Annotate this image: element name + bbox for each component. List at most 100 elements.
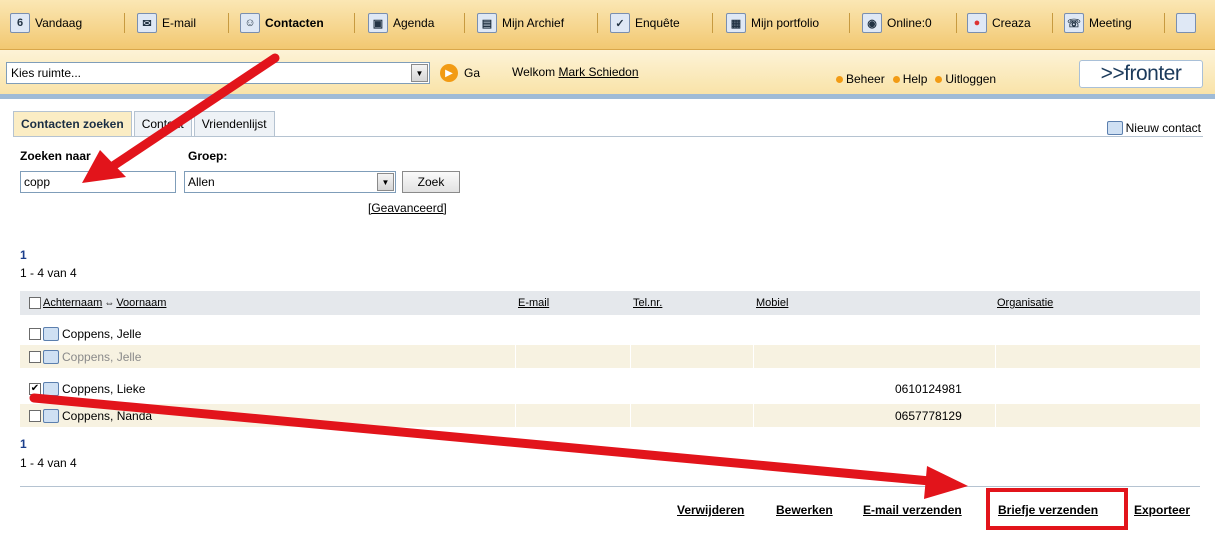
footer-divider	[20, 486, 1200, 487]
result-range: 1 - 4 van 4	[20, 456, 77, 470]
workspace-bar: Kies ruimte... ▼ ▶ Ga Welkom Mark Schied…	[0, 50, 1215, 99]
name-cell: Coppens, Jelle	[29, 345, 141, 368]
nav-item-creaza[interactable]: ● Creaza	[967, 11, 1031, 35]
sort-phone-link[interactable]: Tel.nr.	[633, 297, 662, 309]
page-number[interactable]: 1	[20, 248, 27, 262]
help-link[interactable]: Help	[892, 72, 928, 86]
search-button[interactable]: Zoek	[402, 171, 460, 193]
portfolio-icon: ▦	[726, 13, 746, 33]
table-row: ✔ Coppens, Lieke 0610124981	[20, 377, 1200, 400]
chevron-down-icon[interactable]: ▼	[377, 173, 394, 191]
sort-email-link[interactable]: E-mail	[518, 297, 549, 309]
group-label: Groep:	[188, 149, 228, 163]
col-divider	[995, 345, 996, 368]
row-checkbox[interactable]: ✔	[29, 382, 41, 395]
nav-item-contacten[interactable]: ☺ Contacten	[240, 11, 324, 35]
contact-name[interactable]: Coppens, Jelle	[62, 327, 141, 341]
nav-item-agenda[interactable]: ▣ Agenda	[368, 11, 434, 35]
select-all-checkbox[interactable]	[29, 297, 41, 309]
uitloggen-label: Uitloggen	[945, 72, 997, 86]
table-row: Coppens, Jelle	[20, 345, 1200, 368]
contact-name[interactable]: Coppens, Lieke	[62, 382, 145, 396]
nav-label: Online:0	[887, 16, 932, 30]
new-contact-link[interactable]: Nieuw contact	[1106, 121, 1201, 135]
mobile-cell: 0657778129	[895, 408, 962, 423]
nav-separator	[712, 13, 713, 33]
col-divider	[630, 404, 631, 427]
search-input[interactable]: copp	[20, 171, 176, 193]
calendar-day-icon: 6	[10, 13, 30, 33]
tab-vriendenlijst[interactable]: Vriendenlijst	[193, 111, 275, 136]
sort-mobile-link[interactable]: Mobiel	[756, 297, 788, 309]
bullet-icon	[892, 76, 900, 83]
chevron-down-icon[interactable]: ▼	[411, 64, 428, 82]
contact-name[interactable]: Coppens, Jelle	[62, 350, 141, 364]
name-cell: Coppens, Jelle	[29, 322, 141, 345]
page-number[interactable]: 1	[20, 437, 27, 451]
welcome-text: Welkom Mark Schiedon	[512, 65, 639, 79]
go-button[interactable]: ▶ Ga	[440, 63, 480, 83]
advanced-search-link[interactable]: [Geavanceerd]	[368, 201, 447, 215]
name-cell: ✔ Coppens, Lieke	[29, 377, 145, 400]
sort-arrow-icon: ⇔	[104, 297, 115, 309]
nav-label: Vandaag	[35, 16, 83, 30]
sort-organisation-link[interactable]: Organisatie	[997, 297, 1053, 309]
nav-label: Mijn Archief	[502, 16, 565, 30]
envelope-icon: ✉	[137, 13, 157, 33]
mobile-cell: 0610124981	[895, 381, 962, 396]
row-checkbox[interactable]	[29, 409, 41, 422]
nav-separator	[597, 13, 598, 33]
sort-lastname-link[interactable]: Achternaam	[43, 297, 102, 309]
row-checkbox[interactable]	[29, 350, 41, 363]
nav-item-mijn-portfolio[interactable]: ▦ Mijn portfolio	[726, 11, 819, 35]
go-arrow-icon: ▶	[440, 64, 458, 82]
row-checkbox[interactable]	[29, 327, 41, 340]
nav-item-enquete[interactable]: ✓ Enquête	[610, 11, 680, 35]
fronter-logo: >>fronter	[1079, 60, 1203, 88]
nav-separator	[1164, 13, 1165, 33]
header-mobile-col: Mobiel	[756, 291, 788, 315]
space-select[interactable]: Kies ruimte... ▼	[6, 62, 430, 84]
bullet-icon	[836, 76, 843, 83]
contact-name[interactable]: Coppens, Nanda	[62, 409, 152, 423]
contact-card-icon	[43, 381, 59, 396]
nav-item-online[interactable]: ◉ Online:0	[862, 11, 932, 35]
delete-link[interactable]: Verwijderen	[677, 503, 744, 517]
top-navigation-bar: 6 Vandaag ✉ E-mail ☺ Contacten ▣ Agenda …	[0, 0, 1215, 50]
export-link[interactable]: Exporteer	[1134, 503, 1190, 517]
contacts-icon: ☺	[240, 13, 260, 33]
group-select[interactable]: Allen ▼	[184, 171, 396, 193]
nav-item-mijn-archief[interactable]: ▤ Mijn Archief	[477, 11, 564, 35]
header-lastname-col: Achternaam ⇔ Voornaam	[29, 291, 166, 315]
nav-separator	[849, 13, 850, 33]
col-divider	[515, 404, 516, 427]
archive-icon: ▤	[477, 13, 497, 33]
tab-content[interactable]: Content	[133, 111, 192, 136]
group-select-value: Allen	[188, 175, 215, 189]
uitloggen-link[interactable]: Uitloggen	[935, 72, 996, 86]
beheer-link[interactable]: Beheer	[836, 72, 885, 86]
nav-item-vandaag[interactable]: 6 Vandaag	[10, 11, 82, 35]
nav-item-email[interactable]: ✉ E-mail	[137, 11, 196, 35]
nav-item-more[interactable]	[1176, 11, 1201, 35]
nav-separator	[124, 13, 125, 33]
result-range: 1 - 4 van 4	[20, 266, 77, 280]
table-row: Coppens, Nanda 0657778129	[20, 404, 1200, 427]
user-name-link[interactable]: Mark Schiedon	[558, 65, 638, 79]
beheer-label: Beheer	[846, 72, 885, 86]
tab-divider	[13, 136, 1203, 137]
send-email-link[interactable]: E-mail verzenden	[863, 503, 962, 517]
welcome-prefix: Welkom	[512, 65, 556, 79]
help-label: Help	[902, 72, 928, 86]
col-divider	[995, 404, 996, 427]
creaza-icon: ●	[967, 13, 987, 33]
nav-item-meeting[interactable]: ☏ Meeting	[1064, 11, 1132, 35]
header-phone-col: Tel.nr.	[633, 291, 662, 315]
sort-firstname-link[interactable]: Voornaam	[116, 297, 166, 309]
tab-contacten-zoeken[interactable]: Contacten zoeken	[13, 111, 132, 136]
edit-link[interactable]: Bewerken	[776, 503, 833, 517]
tools-icon	[1176, 13, 1196, 33]
col-divider	[515, 345, 516, 368]
nav-label: Contacten	[265, 16, 324, 30]
nav-separator	[956, 13, 957, 33]
